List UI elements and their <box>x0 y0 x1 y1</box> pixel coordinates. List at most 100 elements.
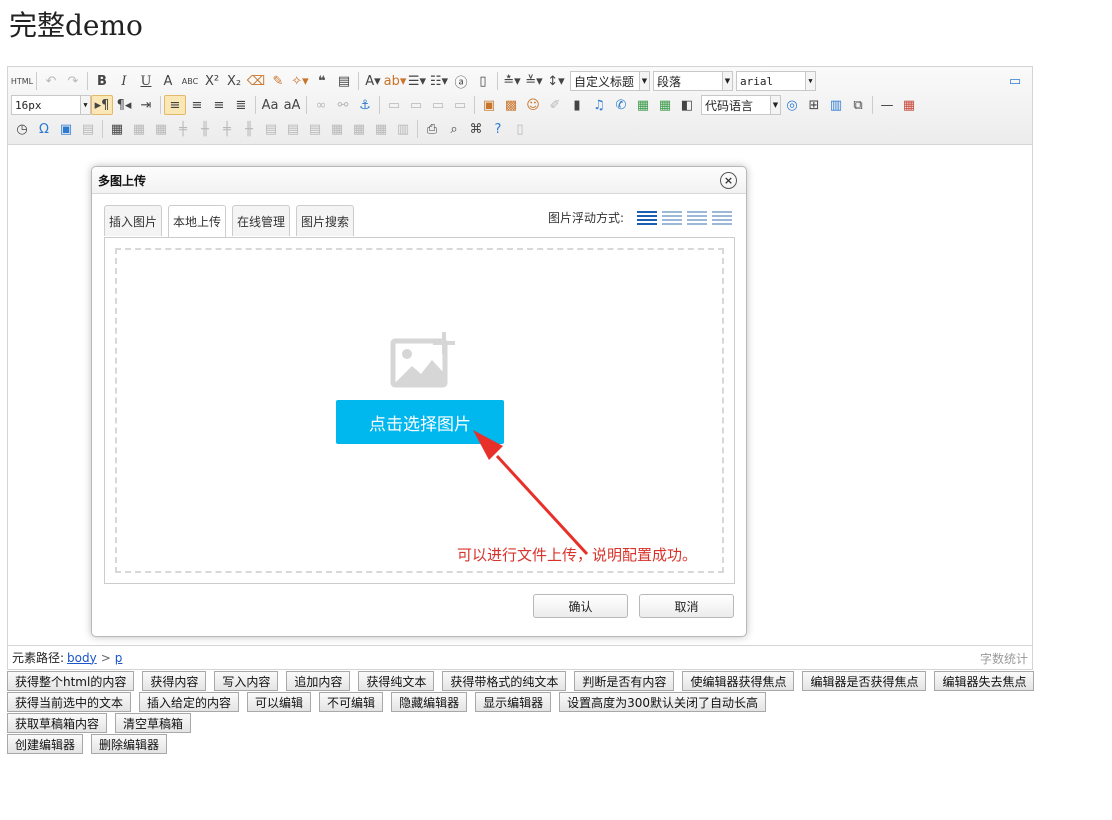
strikethrough-button[interactable]: ABC <box>179 71 201 91</box>
demo-button[interactable]: 追加内容 <box>286 671 351 691</box>
justify-right-icon[interactable]: ≡ <box>208 95 230 115</box>
split-cols-icon[interactable]: ▦ <box>370 119 392 139</box>
code-language-select[interactable]: 代码语言 ▼ <box>701 95 781 115</box>
source-html-button[interactable]: HTML <box>11 71 33 91</box>
rtl-icon[interactable]: ¶◂ <box>113 95 135 115</box>
underline-button[interactable]: U <box>135 71 157 91</box>
superscript-button[interactable]: X² <box>201 71 223 91</box>
demo-button[interactable]: 写入内容 <box>214 671 279 691</box>
float-left-icon[interactable] <box>662 210 682 226</box>
spechars-icon[interactable]: Ω <box>33 119 55 139</box>
demo-button[interactable]: 设置高度为300默认关闭了自动长高 <box>559 692 766 712</box>
demo-button[interactable]: 清空草稿箱 <box>115 713 192 733</box>
merge-cells-icon[interactable]: ▤ <box>260 119 282 139</box>
insert-col-icon[interactable]: ╫ <box>194 119 216 139</box>
split-cells-icon[interactable]: ▦ <box>326 119 348 139</box>
line-height-icon[interactable]: ↕▾ <box>545 71 567 91</box>
paragraph-select[interactable]: 段落 ▼ <box>653 71 733 91</box>
format-brush-icon[interactable]: ✎ <box>267 71 289 91</box>
tolowercase-icon[interactable]: aA <box>281 95 303 115</box>
redo-icon[interactable]: ↷ <box>62 71 84 91</box>
demo-button[interactable]: 获取草稿箱内容 <box>7 713 108 733</box>
help-icon[interactable]: ? <box>487 119 509 139</box>
touppercase-icon[interactable]: Aa <box>259 95 281 115</box>
webapp-icon[interactable]: ▤ <box>77 119 99 139</box>
path-body-link[interactable]: body <box>67 651 97 665</box>
delete-row-icon[interactable]: ╪ <box>216 119 238 139</box>
insert-table-icon[interactable]: ▦ <box>106 119 128 139</box>
custom-style-select[interactable]: 自定义标题 ▼ <box>570 71 650 91</box>
ordered-list-icon[interactable]: ☰▾ <box>406 71 428 91</box>
insert-row-icon[interactable]: ╪ <box>172 119 194 139</box>
template-icon[interactable]: ⊞ <box>803 95 825 115</box>
demo-button[interactable]: 删除编辑器 <box>91 734 168 754</box>
image-right-icon[interactable]: ▭ <box>427 95 449 115</box>
merge-down-icon[interactable]: ▤ <box>304 119 326 139</box>
emotion-icon[interactable]: ☺ <box>522 95 544 115</box>
clear-doc-icon[interactable]: ▯ <box>472 71 494 91</box>
demo-button[interactable]: 创建编辑器 <box>7 734 84 754</box>
font-size-select[interactable]: 16px ▼ <box>11 95 91 115</box>
demo-button[interactable]: 获得当前选中的文本 <box>7 692 132 712</box>
demo-button[interactable]: 插入给定的内容 <box>139 692 240 712</box>
simple-upload-icon[interactable]: ▣ <box>478 95 500 115</box>
justify-left-icon[interactable]: ≡ <box>164 95 186 115</box>
demo-button[interactable]: 不可编辑 <box>319 692 384 712</box>
draft-icon[interactable]: ▯ <box>509 119 531 139</box>
image-none-icon[interactable]: ▭ <box>383 95 405 115</box>
delete-col-icon[interactable]: ╫ <box>238 119 260 139</box>
paste-plain-icon[interactable]: ▤ <box>333 71 355 91</box>
preview-icon[interactable]: ⌕ <box>443 119 465 139</box>
font-color-icon[interactable]: A▾ <box>362 71 384 91</box>
bold-button[interactable]: B <box>91 71 113 91</box>
row-spacing-bottom-icon[interactable]: ≚▾ <box>523 71 545 91</box>
autotypeset-icon[interactable]: ✧▾ <box>289 71 311 91</box>
demo-button[interactable]: 编辑器失去焦点 <box>934 671 1035 691</box>
undo-icon[interactable]: ↶ <box>40 71 62 91</box>
chart-icon[interactable]: ▥ <box>392 119 414 139</box>
attachment-icon[interactable]: ✆ <box>610 95 632 115</box>
indent-icon[interactable]: ⇥ <box>135 95 157 115</box>
drop-zone[interactable]: 点击选择图片 可以进行文件上传，说明配置成功。 <box>115 248 724 573</box>
demo-button[interactable]: 判断是否有内容 <box>574 671 675 691</box>
float-right-icon[interactable] <box>687 210 707 226</box>
insert-image-icon[interactable]: ▩ <box>500 95 522 115</box>
unlink-icon[interactable]: ⚯ <box>332 95 354 115</box>
background-color-icon[interactable]: ab▾ <box>384 71 407 91</box>
demo-button[interactable]: 隐藏编辑器 <box>391 692 468 712</box>
insert-video-icon[interactable]: ▮ <box>566 95 588 115</box>
music-icon[interactable]: ♫ <box>588 95 610 115</box>
insert-frame-icon[interactable]: ◧ <box>676 95 698 115</box>
tab-image-search[interactable]: 图片搜索 <box>296 205 355 236</box>
page-break-icon[interactable]: ◎ <box>781 95 803 115</box>
path-p-link[interactable]: p <box>115 651 123 665</box>
demo-button[interactable]: 编辑器是否获得焦点 <box>802 671 927 691</box>
demo-button[interactable]: 获得纯文本 <box>358 671 435 691</box>
blockquote-icon[interactable]: ❝ <box>311 71 333 91</box>
link-icon[interactable]: ∞ <box>310 95 332 115</box>
unordered-list-icon[interactable]: ☷▾ <box>428 71 450 91</box>
font-border-button[interactable]: A <box>157 71 179 91</box>
tab-local-upload[interactable]: 本地上传 <box>168 205 227 237</box>
eraser-icon[interactable]: ⌫ <box>245 71 267 91</box>
image-center-icon[interactable]: ▭ <box>449 95 471 115</box>
insert-caption-icon[interactable]: ▦ <box>150 119 172 139</box>
wordimage-icon[interactable]: ⧉ <box>847 95 869 115</box>
italic-button[interactable]: I <box>113 71 135 91</box>
demo-button[interactable]: 获得带格式的纯文本 <box>442 671 567 691</box>
time-icon[interactable]: ◷ <box>11 119 33 139</box>
cancel-button[interactable]: 取消 <box>639 594 734 618</box>
tab-online-manage[interactable]: 在线管理 <box>232 205 291 236</box>
delete-table-icon[interactable]: ▦ <box>128 119 150 139</box>
demo-button[interactable]: 使编辑器获得焦点 <box>682 671 795 691</box>
demo-button[interactable]: 显示编辑器 <box>475 692 552 712</box>
tab-insert-image[interactable]: 插入图片 <box>104 205 163 236</box>
map-icon[interactable]: ▦ <box>632 95 654 115</box>
demo-button[interactable]: 获得内容 <box>142 671 207 691</box>
justify-full-icon[interactable]: ≣ <box>230 95 252 115</box>
select-all-icon[interactable]: ⓐ <box>450 71 472 91</box>
row-spacing-top-icon[interactable]: ≛▾ <box>501 71 523 91</box>
anchor-icon[interactable]: ⚓ <box>354 95 376 115</box>
date-icon[interactable]: ▦ <box>898 95 920 115</box>
scrawl-icon[interactable]: ✐ <box>544 95 566 115</box>
